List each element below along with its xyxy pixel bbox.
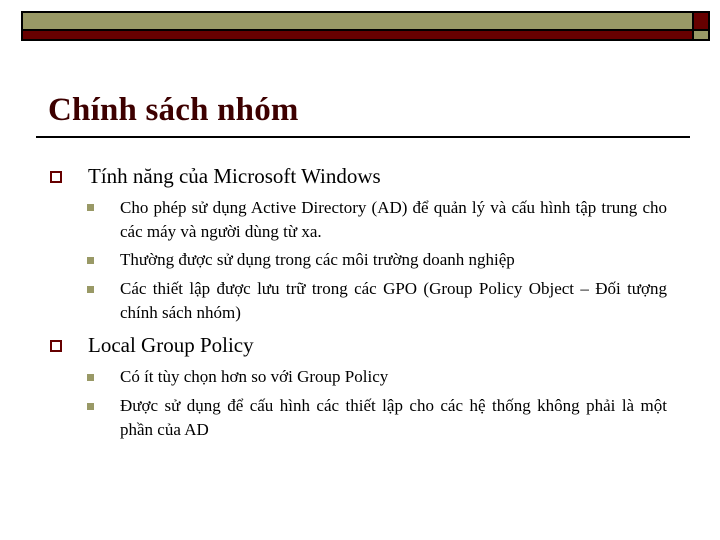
title-underline: [36, 136, 690, 138]
banner-maroon-square: [694, 13, 708, 29]
sub-bullet-text: Có ít tùy chọn hơn so với Group Policy: [120, 367, 389, 386]
hollow-square-bullet-icon: [50, 171, 62, 183]
sub-bullet-text: Cho phép sử dụng Active Directory (AD) đ…: [120, 198, 667, 241]
banner-maroon-bar: [23, 31, 692, 39]
banner-olive-bar: [23, 13, 692, 29]
bullet-heading: Tính năng của Microsoft Windows: [88, 164, 381, 188]
filled-square-bullet-icon: [87, 204, 94, 211]
bullet-heading: Local Group Policy: [88, 333, 254, 357]
slide-title: Chính sách nhóm: [48, 92, 299, 128]
header-banner: [21, 11, 710, 41]
filled-square-bullet-icon: [87, 257, 94, 264]
banner-olive-square: [694, 31, 708, 39]
sub-bullet-text: Được sử dụng để cấu hình các thiết lập c…: [120, 396, 667, 439]
sub-bullet-text: Các thiết lập được lưu trữ trong các GPO…: [120, 279, 667, 322]
filled-square-bullet-icon: [87, 286, 94, 293]
filled-square-bullet-icon: [87, 403, 94, 410]
hollow-square-bullet-icon: [50, 340, 62, 352]
filled-square-bullet-icon: [87, 374, 94, 381]
sub-bullet-text: Thường được sử dụng trong các môi trường…: [120, 250, 515, 269]
